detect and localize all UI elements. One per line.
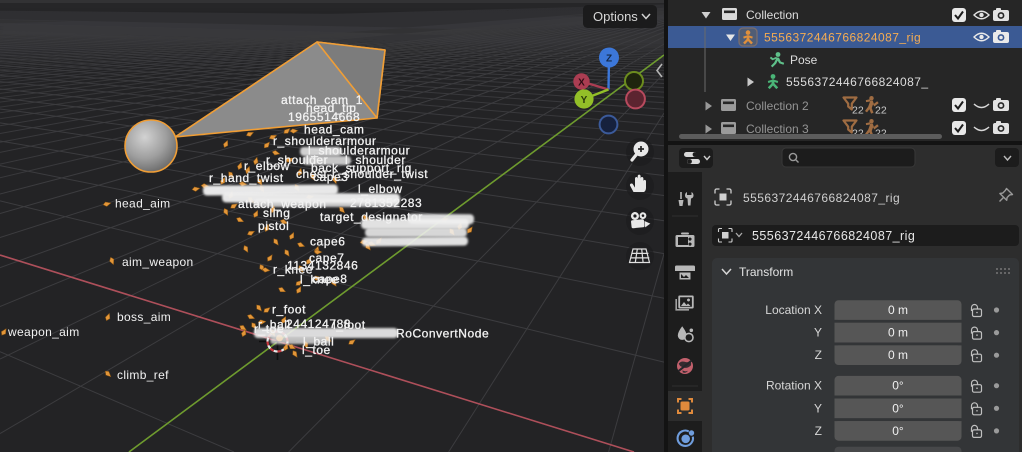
svg-text:Z: Z bbox=[815, 424, 822, 438]
svg-text:5556372446766824087_: 5556372446766824087_ bbox=[786, 75, 928, 89]
svg-text:244124788: 244124788 bbox=[286, 317, 351, 331]
svg-text:l_toe: l_toe bbox=[302, 343, 331, 357]
svg-text:Y: Y bbox=[581, 95, 588, 106]
svg-text:22: 22 bbox=[875, 105, 887, 117]
svg-text:weapon_aim: weapon_aim bbox=[7, 325, 80, 339]
svg-text:pistol: pistol bbox=[258, 219, 289, 233]
svg-text:sling: sling bbox=[263, 206, 290, 220]
svg-text:Transform: Transform bbox=[739, 265, 793, 279]
svg-text:0°: 0° bbox=[892, 424, 904, 438]
svg-text:cape6: cape6 bbox=[310, 235, 345, 249]
svg-text:Location X: Location X bbox=[765, 303, 822, 317]
svg-text:climb_ref: climb_ref bbox=[117, 368, 169, 382]
svg-text:target_designator: target_designator bbox=[320, 210, 423, 224]
svg-text:Options: Options bbox=[593, 9, 638, 24]
svg-text:Collection 3: Collection 3 bbox=[746, 122, 809, 136]
svg-text:r_foot: r_foot bbox=[272, 303, 306, 317]
svg-text:head_aim: head_aim bbox=[115, 197, 171, 211]
svg-text:cape3: cape3 bbox=[313, 170, 348, 184]
svg-text:RoConvertNode: RoConvertNode bbox=[396, 327, 489, 341]
svg-text:2781352283: 2781352283 bbox=[350, 196, 422, 210]
svg-text:1134132846: 1134132846 bbox=[287, 259, 358, 273]
svg-text:r_hand_twist: r_hand_twist bbox=[209, 171, 284, 185]
svg-text:r_toe: r_toe bbox=[254, 322, 284, 336]
svg-text:5556372446766824087_rig: 5556372446766824087_rig bbox=[752, 229, 915, 243]
svg-text:0°: 0° bbox=[892, 401, 904, 415]
svg-text:0 m: 0 m bbox=[888, 348, 908, 362]
svg-text:5556372446766824087_rig: 5556372446766824087_rig bbox=[743, 191, 900, 205]
svg-text:Collection 2: Collection 2 bbox=[746, 99, 809, 113]
svg-text:aim_weapon: aim_weapon bbox=[122, 255, 194, 269]
svg-text:Z: Z bbox=[815, 348, 822, 362]
svg-text:22: 22 bbox=[852, 105, 864, 117]
svg-text:Pose: Pose bbox=[790, 53, 818, 67]
svg-text:5556372446766824087_rig: 5556372446766824087_rig bbox=[764, 31, 921, 45]
svg-text:Collection: Collection bbox=[746, 8, 799, 22]
svg-text:l_elbow: l_elbow bbox=[358, 182, 403, 196]
svg-text:0 m: 0 m bbox=[888, 303, 908, 317]
svg-text:Rotation X: Rotation X bbox=[766, 379, 822, 393]
svg-text:Y: Y bbox=[814, 326, 822, 340]
svg-text:1965514668: 1965514668 bbox=[288, 110, 360, 124]
svg-text:0°: 0° bbox=[892, 379, 904, 393]
svg-text:Y: Y bbox=[814, 401, 822, 415]
svg-text:0 m: 0 m bbox=[888, 326, 908, 340]
svg-text:X: X bbox=[578, 78, 585, 89]
svg-text:Z: Z bbox=[606, 54, 612, 65]
svg-text:cape8: cape8 bbox=[312, 272, 347, 286]
svg-text:boss_aim: boss_aim bbox=[117, 310, 171, 324]
